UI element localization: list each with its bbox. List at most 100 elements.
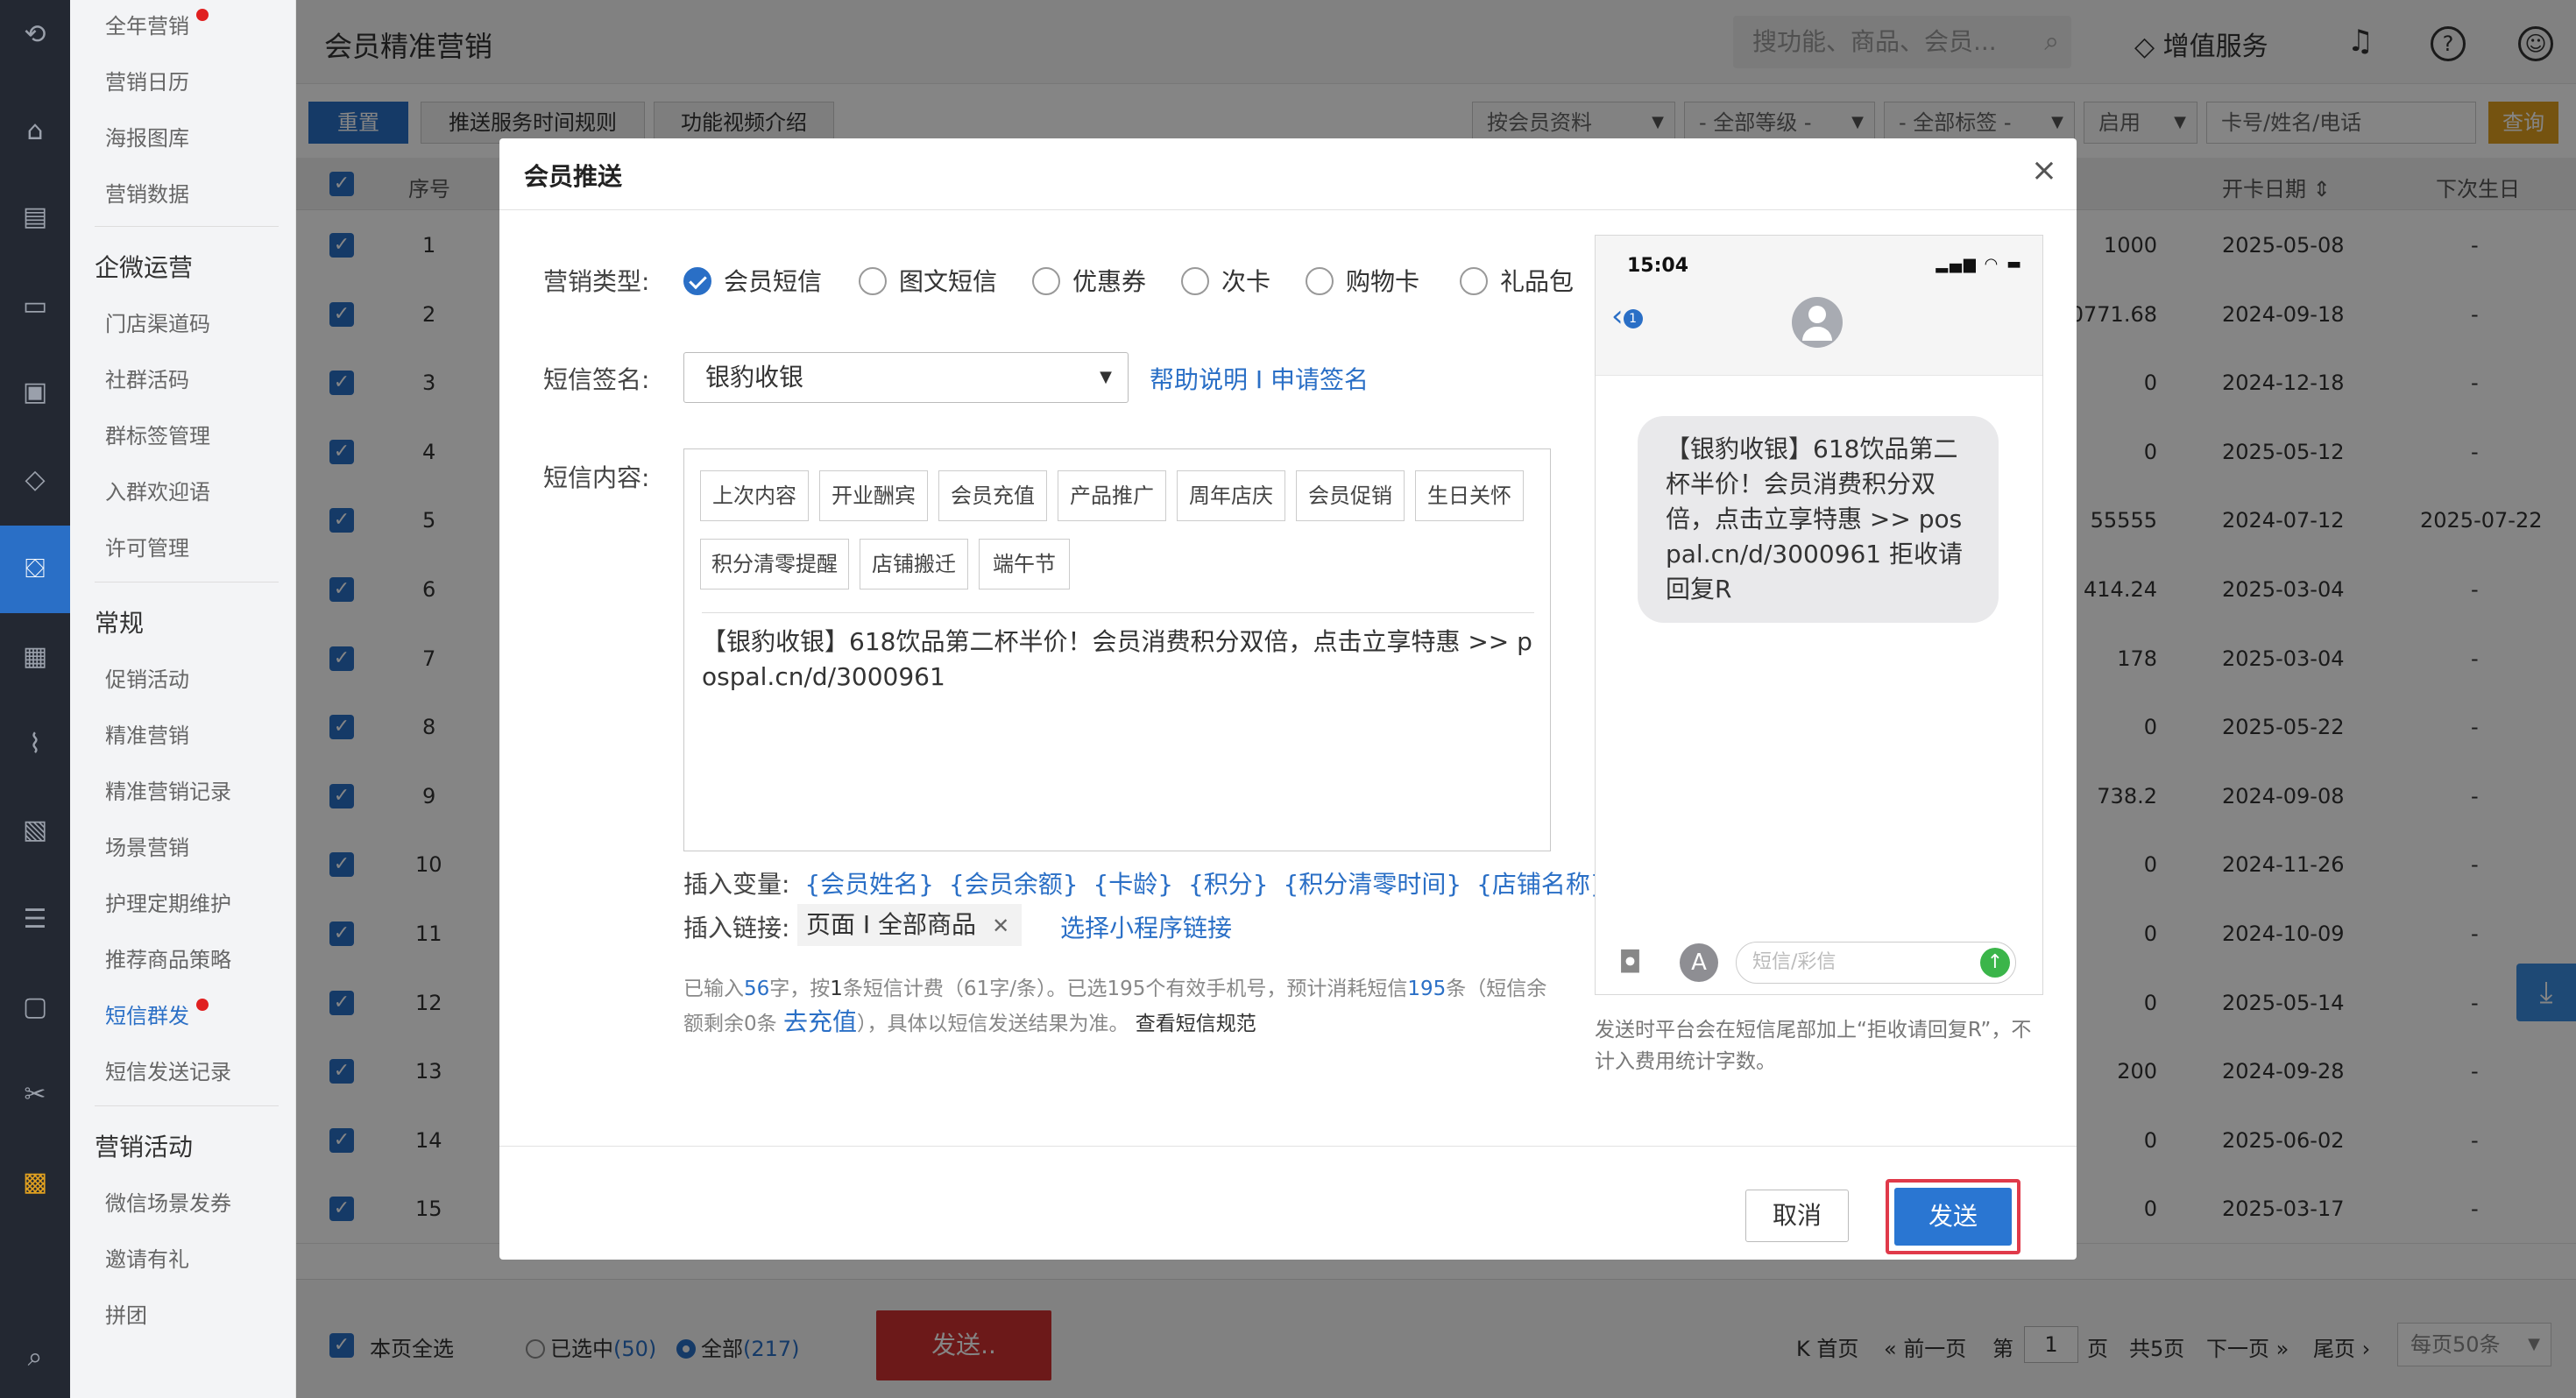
sms-rules-link[interactable]: 查看短信规范 bbox=[1136, 1013, 1256, 1035]
notification-dot bbox=[196, 999, 209, 1011]
sidebar-menu: 全年营销 营销日历 海报图库 营销数据 企微运营 门店渠道码 社群活码 群标签管… bbox=[70, 0, 296, 1398]
home-icon[interactable]: ⌂ bbox=[18, 114, 53, 149]
template-tag[interactable]: 产品推广 bbox=[1058, 470, 1166, 521]
sms-billing-info: 已输入56字，按1条短信计费（61字/条）。已选195个有效手机号，预计消耗短信… bbox=[683, 978, 1547, 1036]
sidebar-item-marketing-calendar[interactable]: 营销日历 bbox=[105, 65, 189, 95]
sidebar-item-group-tags[interactable]: 群标签管理 bbox=[105, 419, 210, 449]
tools-icon[interactable]: ✂ bbox=[18, 1077, 53, 1112]
id-card-icon[interactable]: ▦ bbox=[18, 639, 53, 674]
template-tag[interactable]: 端午节 bbox=[979, 539, 1070, 590]
template-tag[interactable]: 上次内容 bbox=[700, 470, 809, 521]
chart-icon[interactable]: ⌇ bbox=[18, 727, 53, 762]
icon-rail: ⟲ ⌂ ▤ ▭ ▣ ◇ ⛋ ▦ ⌇ ▧ ☰ ▢ ✂ ▩ ⌕ bbox=[0, 0, 70, 1398]
phone-message-input: 短信/彩信 ↑ bbox=[1736, 942, 2016, 984]
diamond-icon[interactable]: ◇ bbox=[18, 462, 53, 498]
template-tag[interactable]: 店铺搬迁 bbox=[860, 539, 968, 590]
monitor-icon[interactable]: ▭ bbox=[18, 289, 53, 324]
divider bbox=[702, 612, 1534, 613]
sidebar-item-scene-marketing[interactable]: 场景营销 bbox=[105, 830, 189, 861]
type-option-member-sms[interactable]: 会员短信 bbox=[683, 263, 822, 298]
signal-icon: ▂▄▆ ◠ ▬ bbox=[1936, 255, 2023, 273]
sidebar-group-activities: 营销活动 bbox=[95, 1133, 194, 1161]
content-label: 短信内容: bbox=[543, 463, 650, 492]
mini-program-link-button[interactable]: 选择小程序链接 bbox=[1060, 909, 1232, 944]
sms-signature-select[interactable]: 银豹收银 ▼ bbox=[683, 352, 1129, 403]
template-tag[interactable]: 会员促销 bbox=[1296, 470, 1405, 521]
variable-store-name[interactable]: {店铺名称} bbox=[1476, 870, 1606, 899]
dialog-title: 会员推送 bbox=[524, 162, 623, 191]
dialog-header: 会员推送 × bbox=[499, 138, 2077, 210]
send-button[interactable]: 发送 bbox=[1894, 1188, 2012, 1246]
sidebar-item-store-channel-code[interactable]: 门店渠道码 bbox=[105, 307, 210, 337]
variable-points-clear-time[interactable]: {积分清零时间} bbox=[1284, 870, 1462, 899]
sms-content-text[interactable]: 【银豹收银】618饮品第二杯半价！会员消费积分双倍，点击立享特惠 >> posp… bbox=[702, 625, 1534, 695]
sidebar-item-group-live-code[interactable]: 社群活码 bbox=[105, 363, 189, 393]
type-option-mms[interactable]: 图文短信 bbox=[859, 263, 997, 298]
document-icon[interactable]: ▤ bbox=[18, 200, 53, 235]
radio-icon bbox=[1181, 267, 1209, 295]
sidebar-item-sms-broadcast[interactable]: 短信群发 bbox=[105, 999, 209, 1029]
sidebar-item-wechat-coupon[interactable]: 微信场景发券 bbox=[105, 1186, 231, 1217]
variable-member-name[interactable]: {会员姓名} bbox=[804, 870, 934, 899]
variable-member-balance[interactable]: {会员余额} bbox=[949, 870, 1079, 899]
phone-time: 15:04 bbox=[1627, 255, 1689, 277]
reject-note: 发送时平台会在短信尾部加上“拒收请回复R”，不计入费用统计字数。 bbox=[1595, 1019, 2032, 1073]
sidebar-item-precision-records[interactable]: 精准营销记录 bbox=[105, 774, 231, 805]
template-tag[interactable]: 开业酬宾 bbox=[819, 470, 928, 521]
box-icon[interactable]: ▣ bbox=[18, 375, 53, 410]
message-bubble: 【银豹收银】618饮品第二杯半价！会员消费积分双倍，点击立享特惠 >> posp… bbox=[1638, 416, 1999, 623]
phone-input-bar: ◘ A 短信/彩信 ↑ bbox=[1596, 936, 2042, 994]
search-menu-icon[interactable]: ⌕ bbox=[18, 1340, 53, 1375]
template-tag[interactable]: 积分清零提醒 bbox=[700, 539, 849, 590]
sidebar-item-care-maintenance[interactable]: 护理定期维护 bbox=[105, 886, 231, 917]
sidebar-item-sms-records[interactable]: 短信发送记录 bbox=[105, 1055, 231, 1085]
send-arrow-icon: ↑ bbox=[1980, 948, 2010, 978]
insert-link-label: 插入链接: bbox=[683, 914, 790, 943]
type-label: 营销类型: bbox=[543, 267, 650, 296]
remove-icon[interactable]: ✕ bbox=[992, 914, 1009, 938]
logo-icon[interactable]: ⟲ bbox=[18, 18, 53, 53]
recharge-link[interactable]: 去充值 bbox=[783, 1007, 857, 1036]
radio-checked-icon bbox=[683, 267, 711, 295]
close-icon[interactable]: × bbox=[2031, 152, 2057, 188]
sidebar-item-group-buy[interactable]: 拼团 bbox=[105, 1298, 147, 1329]
sidebar-item-annual-marketing[interactable]: 全年营销 bbox=[105, 9, 209, 39]
sidebar-item-poster-gallery[interactable]: 海报图库 bbox=[105, 121, 189, 152]
apps-grid-icon[interactable]: ▩ bbox=[18, 1165, 53, 1200]
app-store-icon: A bbox=[1680, 943, 1718, 982]
link-chip[interactable]: 页面 I 全部商品 ✕ bbox=[797, 904, 1023, 946]
sidebar-item-precision-marketing[interactable]: 精准营销 bbox=[105, 718, 189, 749]
sidebar-item-welcome-message[interactable]: 入群欢迎语 bbox=[105, 475, 210, 505]
sidebar-item-invite-reward[interactable]: 邀请有礼 bbox=[105, 1242, 189, 1273]
sidebar-item-promotions[interactable]: 促销活动 bbox=[105, 662, 189, 693]
radio-icon bbox=[859, 267, 887, 295]
help-apply-signature-link[interactable]: 帮助说明 I 申请签名 bbox=[1150, 361, 1369, 396]
sign-label: 短信签名: bbox=[543, 365, 650, 394]
template-tag[interactable]: 生日关怀 bbox=[1415, 470, 1524, 521]
template-tag[interactable]: 周年店庆 bbox=[1177, 470, 1285, 521]
report-icon[interactable]: ▧ bbox=[18, 813, 53, 848]
chevron-down-icon: ▼ bbox=[1100, 368, 1112, 386]
avatar-icon bbox=[1792, 297, 1843, 348]
type-option-shopping-card[interactable]: 购物卡 bbox=[1306, 263, 1419, 298]
back-icon: ‹ 1 bbox=[1611, 299, 1643, 334]
radio-icon bbox=[1460, 267, 1488, 295]
phone-preview: 15:04 ▂▄▆ ◠ ▬ ‹ 1 【银豹收银】618饮品第二杯半价！会员消费积分… bbox=[1595, 235, 2043, 995]
sms-content-editor[interactable]: 上次内容 开业酬宾 会员充值 产品推广 周年店庆 会员促销 生日关怀 积分清零提… bbox=[683, 448, 1551, 851]
variable-card-age[interactable]: {卡龄} bbox=[1093, 870, 1173, 899]
type-option-gift-pack[interactable]: 礼品包 bbox=[1460, 263, 1574, 298]
notification-dot bbox=[196, 9, 209, 21]
template-tag[interactable]: 会员充值 bbox=[938, 470, 1047, 521]
cancel-button[interactable]: 取消 bbox=[1745, 1190, 1849, 1242]
sidebar-item-marketing-data[interactable]: 营销数据 bbox=[105, 177, 189, 208]
sidebar-item-license[interactable]: 许可管理 bbox=[105, 531, 189, 561]
sidebar-item-product-recommend[interactable]: 推荐商品策略 bbox=[105, 943, 231, 973]
screen-icon[interactable]: ▢ bbox=[18, 990, 53, 1025]
camera-icon: ◘ bbox=[1618, 945, 1642, 980]
variable-points[interactable]: {积分} bbox=[1188, 870, 1269, 899]
type-option-coupon[interactable]: 优惠券 bbox=[1032, 263, 1146, 298]
sidebar-group-wecom: 企微运营 bbox=[95, 253, 194, 282]
marketing-icon[interactable]: ⛋ bbox=[18, 552, 53, 587]
sliders-icon[interactable]: ☰ bbox=[18, 902, 53, 937]
type-option-times-card[interactable]: 次卡 bbox=[1181, 263, 1270, 298]
